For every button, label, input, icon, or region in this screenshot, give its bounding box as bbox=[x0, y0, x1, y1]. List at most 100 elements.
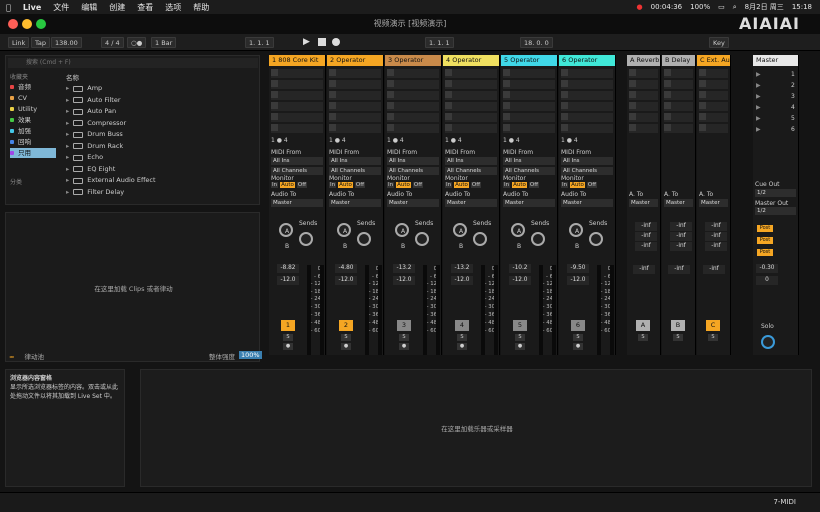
clip-slot[interactable] bbox=[561, 91, 613, 100]
clip-stop-icon[interactable] bbox=[629, 91, 636, 98]
scene-launch-button[interactable]: ▶ bbox=[756, 93, 761, 100]
clip-slot[interactable] bbox=[699, 69, 728, 78]
clip-stop-icon[interactable] bbox=[561, 91, 568, 98]
io-field[interactable]: All Channels bbox=[387, 167, 439, 175]
clip-slot[interactable] bbox=[329, 113, 381, 122]
clip-slot[interactable] bbox=[664, 91, 693, 100]
send-inf-value[interactable]: -inf bbox=[705, 222, 727, 231]
clip-slot[interactable] bbox=[561, 69, 613, 78]
io-field[interactable]: All Channels bbox=[503, 167, 555, 175]
category-item[interactable]: 只用 bbox=[10, 148, 56, 158]
clip-stop-icon[interactable] bbox=[387, 69, 394, 76]
clip-slot[interactable] bbox=[629, 124, 658, 133]
clip-slot[interactable] bbox=[271, 69, 323, 78]
clip-stop-icon[interactable] bbox=[445, 80, 452, 87]
track-activator-button[interactable]: 2 bbox=[339, 320, 353, 331]
time-signature-field[interactable]: 4 / 4 bbox=[101, 37, 124, 48]
clip-slot[interactable] bbox=[664, 69, 693, 78]
clip-stop-icon[interactable] bbox=[561, 80, 568, 87]
clip-stop-icon[interactable] bbox=[271, 102, 278, 109]
io-field[interactable]: All Ins bbox=[503, 157, 555, 165]
menu-view[interactable]: 查看 bbox=[137, 2, 153, 13]
clip-stop-icon[interactable] bbox=[271, 124, 278, 131]
clip-stop-icon[interactable] bbox=[387, 113, 394, 120]
clip-slot[interactable] bbox=[664, 80, 693, 89]
pan-value[interactable]: -12.0 bbox=[393, 276, 415, 285]
expand-arrow-icon[interactable]: ▸ bbox=[66, 164, 69, 175]
track-title[interactable]: 1 808 Core Kit bbox=[269, 55, 325, 66]
io-field[interactable]: All Ins bbox=[387, 157, 439, 165]
track-activator-button[interactable]: 4 bbox=[455, 320, 469, 331]
clip-slot[interactable] bbox=[629, 102, 658, 111]
io-field[interactable]: All Ins bbox=[445, 157, 497, 165]
clip-slot[interactable] bbox=[445, 124, 497, 133]
clip-slot[interactable] bbox=[329, 124, 381, 133]
clip-stop-icon[interactable] bbox=[629, 80, 636, 87]
io-field[interactable]: Master bbox=[387, 199, 439, 207]
send-b-knob[interactable] bbox=[415, 232, 429, 246]
send-output-select[interactable]: Master bbox=[664, 199, 693, 207]
clip-stop-icon[interactable] bbox=[699, 113, 706, 120]
minimize-window-button[interactable] bbox=[22, 19, 32, 29]
master-volume[interactable]: -0.30 bbox=[756, 264, 778, 273]
volume-value[interactable]: -13.2 bbox=[451, 264, 473, 273]
clip-stop-icon[interactable] bbox=[699, 102, 706, 109]
clip-slot[interactable] bbox=[271, 91, 323, 100]
arm-button[interactable]: ● bbox=[341, 343, 351, 350]
monitor-in-button[interactable]: In bbox=[445, 182, 453, 188]
clip-slot[interactable] bbox=[387, 102, 439, 111]
solo-button[interactable]: S bbox=[515, 334, 525, 341]
category-item[interactable]: 回响 bbox=[10, 137, 31, 147]
io-field[interactable]: All Channels bbox=[271, 167, 323, 175]
device-view[interactable]: 在这里加载乐器或采样器 bbox=[140, 369, 812, 487]
return-solo-button[interactable]: S bbox=[638, 334, 648, 341]
track-title[interactable]: 5 Operator bbox=[501, 55, 557, 66]
volume-value[interactable]: -10.2 bbox=[509, 264, 531, 273]
browser-search[interactable]: 搜索 (Cmd + F) bbox=[8, 58, 258, 68]
clip-stop-icon[interactable] bbox=[664, 102, 671, 109]
monitor-in-button[interactable]: In bbox=[329, 182, 337, 188]
monitor-off-button[interactable]: Off bbox=[412, 182, 424, 188]
clip-stop-icon[interactable] bbox=[445, 102, 452, 109]
global-amount-value[interactable]: 100% bbox=[239, 351, 262, 359]
send-inf-value[interactable]: -inf bbox=[705, 232, 727, 241]
quantize-menu[interactable]: 1 Bar bbox=[151, 37, 177, 48]
play-icon[interactable]: ▶ bbox=[303, 37, 310, 47]
pan-value[interactable]: -12.0 bbox=[567, 276, 589, 285]
send-output-select[interactable]: Master bbox=[629, 199, 658, 207]
track-activator-button[interactable]: 1 bbox=[281, 320, 295, 331]
clip-slot[interactable] bbox=[271, 124, 323, 133]
arrangement-position[interactable]: 1. 1. 1 bbox=[245, 37, 274, 48]
master-pan[interactable]: 0 bbox=[756, 276, 778, 285]
send-b-knob[interactable] bbox=[357, 232, 371, 246]
cue-volume-knob[interactable] bbox=[761, 335, 775, 349]
track-activator-button[interactable]: 6 bbox=[571, 320, 585, 331]
browser-item[interactable]: ▸ Auto Filter bbox=[66, 95, 254, 106]
volume-value[interactable]: -4.80 bbox=[335, 264, 357, 273]
io-field[interactable]: Master bbox=[561, 199, 613, 207]
return-solo-button[interactable]: S bbox=[673, 334, 683, 341]
clip-slot[interactable] bbox=[329, 69, 381, 78]
clip-stop-icon[interactable] bbox=[664, 124, 671, 131]
solo-button[interactable]: S bbox=[457, 334, 467, 341]
clip-stop-icon[interactable] bbox=[561, 69, 568, 76]
send-inf-value[interactable]: -inf bbox=[635, 242, 657, 251]
category-item[interactable]: Utility bbox=[10, 104, 37, 114]
send-b-knob[interactable] bbox=[589, 232, 603, 246]
post-button[interactable]: Post bbox=[757, 225, 773, 232]
clip-slot[interactable] bbox=[503, 102, 555, 111]
clip-slot[interactable] bbox=[629, 91, 658, 100]
monitor-in-button[interactable]: In bbox=[387, 182, 395, 188]
send-inf-value[interactable]: -inf bbox=[705, 242, 727, 251]
clip-slot[interactable] bbox=[561, 80, 613, 89]
return-volume[interactable]: -inf bbox=[633, 265, 655, 274]
expand-arrow-icon[interactable]: ▸ bbox=[66, 95, 69, 106]
clip-stop-icon[interactable] bbox=[699, 124, 706, 131]
track-title[interactable]: C Ext. Audio Effe bbox=[697, 55, 730, 66]
clip-stop-icon[interactable] bbox=[629, 69, 636, 76]
menu-file[interactable]: 文件 bbox=[53, 2, 69, 13]
pan-value[interactable]: -12.0 bbox=[277, 276, 299, 285]
clip-slot[interactable] bbox=[445, 113, 497, 122]
loop-start[interactable]: 1. 1. 1 bbox=[425, 37, 454, 48]
io-field[interactable]: Master bbox=[445, 199, 497, 207]
